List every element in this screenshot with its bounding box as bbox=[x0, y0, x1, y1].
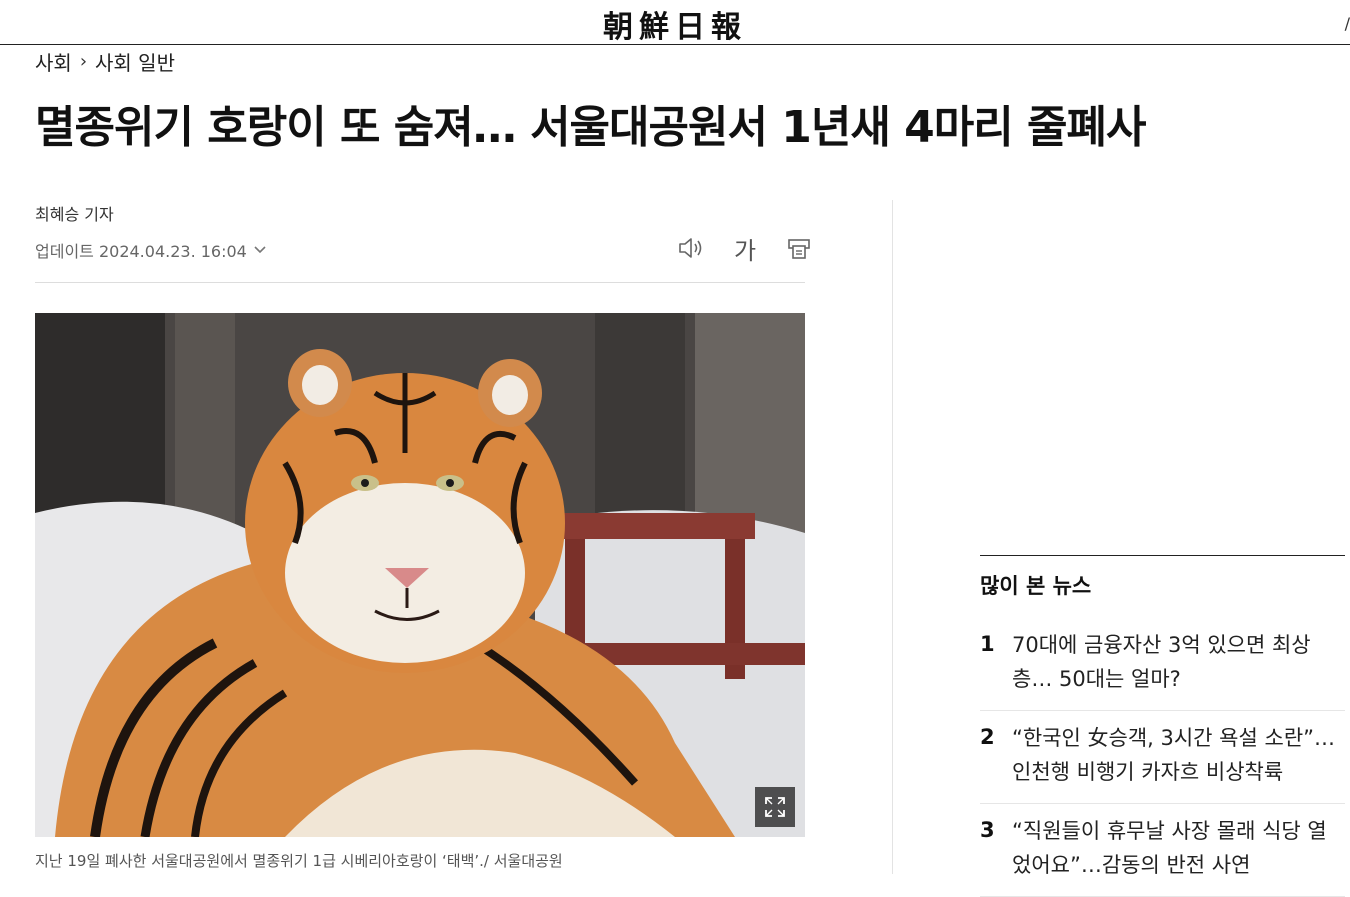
chevron-right-icon: › bbox=[79, 51, 88, 72]
rank-number: 1 bbox=[980, 632, 995, 656]
byline[interactable]: 최혜승 기자 bbox=[35, 201, 114, 225]
site-logo[interactable]: 朝鮮日報 bbox=[0, 2, 1350, 46]
edge-mark: / bbox=[1344, 14, 1350, 33]
popular-news-list: 1 70대에 금융자산 3억 있으면 최상층… 50대는 얼마? 2 “한국인 … bbox=[980, 618, 1345, 897]
rank-number: 2 bbox=[980, 725, 995, 749]
speaker-icon bbox=[679, 238, 702, 258]
breadcrumb: 사회 › 사회 일반 bbox=[35, 47, 175, 76]
popular-news-title: 많이 본 뉴스 bbox=[980, 574, 1092, 598]
tiger-illustration bbox=[35, 313, 805, 837]
breadcrumb-subsection[interactable]: 사회 일반 bbox=[95, 47, 175, 76]
photo-caption: 지난 19일 폐사한 서울대공원에서 멸종위기 1급 시베리아호랑이 ‘태백’.… bbox=[35, 852, 563, 870]
font-size-button[interactable]: 가 bbox=[730, 233, 760, 265]
list-item[interactable]: 2 “한국인 女승객, 3시간 욕설 소란”… 인천행 비행기 카자흐 비상착륙 bbox=[980, 711, 1345, 804]
column-divider bbox=[892, 200, 893, 874]
list-item[interactable]: 1 70대에 금융자산 3억 있으면 최상층… 50대는 얼마? bbox=[980, 618, 1345, 711]
article-photo[interactable] bbox=[35, 313, 805, 837]
list-item[interactable]: 3 “직원들이 휴무날 사장 몰래 식당 열었어요”…감동의 반전 사연 bbox=[980, 804, 1345, 897]
news-headline-link[interactable]: “한국인 女승객, 3시간 욕설 소란”… 인천행 비행기 카자흐 비상착륙 bbox=[1012, 721, 1345, 789]
speaker-button[interactable] bbox=[676, 233, 706, 263]
rank-number: 3 bbox=[980, 818, 995, 842]
update-timestamp[interactable]: 업데이트 2024.04.23. 16:04 bbox=[35, 238, 267, 262]
update-text: 업데이트 2024.04.23. 16:04 bbox=[35, 242, 247, 261]
news-headline-link[interactable]: “직원들이 휴무날 사장 몰래 식당 열었어요”…감동의 반전 사연 bbox=[1012, 814, 1345, 882]
article-headline: 멸종위기 호랑이 또 숨져… 서울대공원서 1년새 4마리 줄폐사 bbox=[35, 102, 1147, 153]
news-headline-link[interactable]: 70대에 금융자산 3억 있으면 최상층… 50대는 얼마? bbox=[1012, 628, 1345, 696]
article-tools: 가 bbox=[676, 233, 814, 265]
print-icon bbox=[788, 239, 810, 259]
expand-photo-button[interactable] bbox=[755, 787, 795, 827]
chevron-down-icon bbox=[254, 246, 266, 254]
breadcrumb-section[interactable]: 사회 bbox=[35, 47, 72, 76]
expand-icon bbox=[765, 797, 785, 817]
masthead: 朝鮮日報 / bbox=[0, 0, 1350, 45]
popular-news: 많이 본 뉴스 1 70대에 금융자산 3억 있으면 최상층… 50대는 얼마?… bbox=[980, 555, 1345, 897]
print-button[interactable] bbox=[784, 233, 814, 263]
header-divider bbox=[35, 282, 805, 283]
